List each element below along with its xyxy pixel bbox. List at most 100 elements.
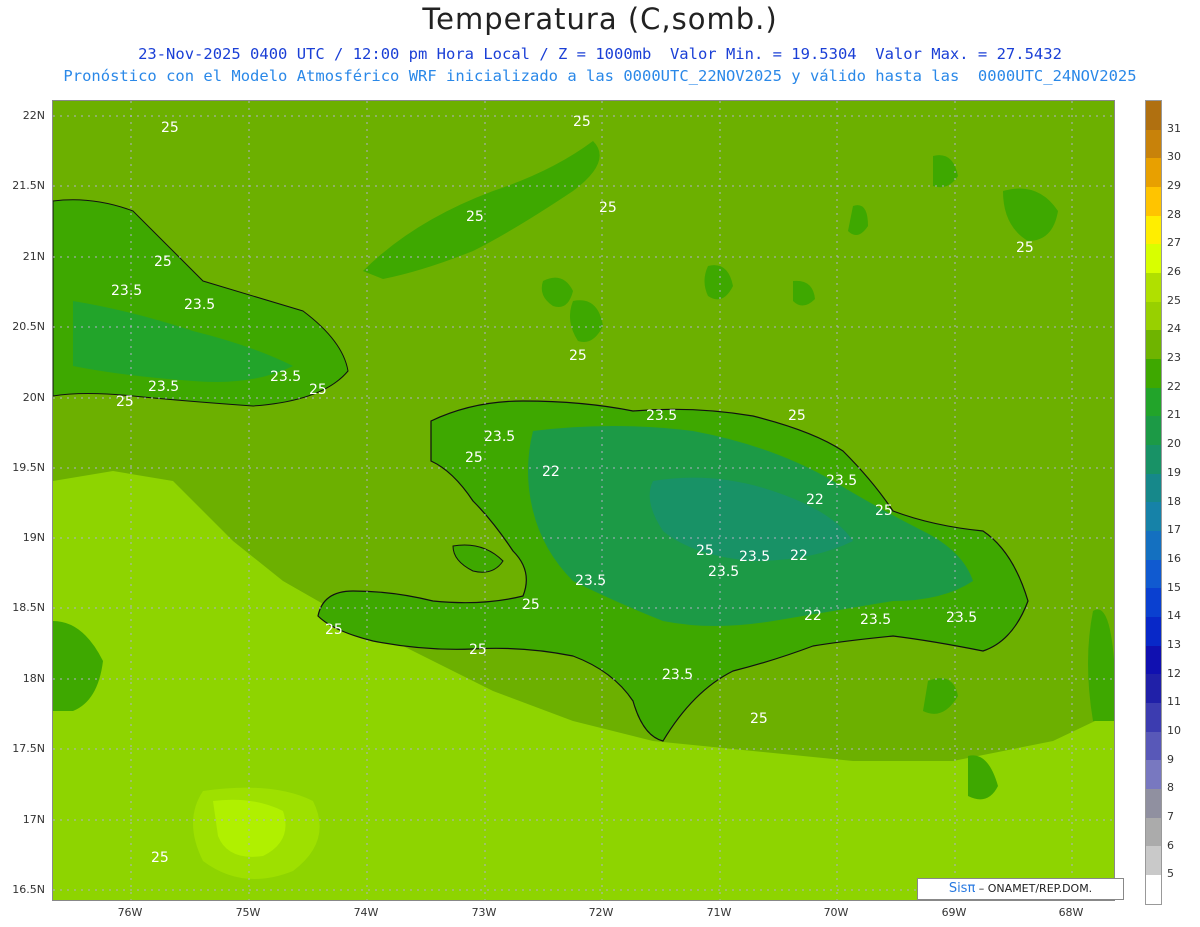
colorbar-label: 29 — [1167, 179, 1181, 193]
lon-label: 71W — [706, 906, 732, 919]
colorbar-segment — [1146, 846, 1161, 876]
contour-label: 25 — [154, 254, 172, 270]
colorbar-segment — [1146, 416, 1161, 446]
lon-label: 74W — [353, 906, 379, 919]
contour-label: 25 — [788, 408, 806, 424]
lat-label: 19.5N — [12, 461, 45, 474]
colorbar-segment — [1146, 273, 1161, 302]
colorbar-segment — [1146, 301, 1161, 331]
colorbar-label: 17 — [1167, 523, 1181, 537]
lon-label: 73W — [471, 906, 497, 919]
credit-box: Sisπ – ONAMET/REP.DOM. — [917, 878, 1124, 900]
colorbar-label: 19 — [1167, 465, 1181, 479]
contour-label: 23.5 — [708, 564, 739, 580]
colorbar-segment — [1146, 129, 1161, 159]
contour-label: 23.5 — [484, 429, 515, 445]
lat-label: 20.5N — [12, 320, 45, 333]
lon-label: 69W — [941, 906, 967, 919]
lon-label: 70W — [823, 906, 849, 919]
colorbar-label: 18 — [1167, 494, 1181, 508]
contour-label: 25 — [522, 597, 540, 613]
contour-label: 23.5 — [184, 297, 215, 313]
colorbar-label: 16 — [1167, 551, 1181, 565]
contour-label: 25 — [1016, 240, 1034, 256]
lon-label: 75W — [235, 906, 261, 919]
colorbar — [1145, 100, 1162, 905]
colorbar-segment — [1146, 330, 1161, 360]
colorbar-segment — [1146, 588, 1161, 618]
colorbar-segment — [1146, 731, 1161, 761]
contour-label: 23.5 — [111, 283, 142, 299]
colorbar-segment — [1146, 215, 1161, 245]
colorbar-label: 6 — [1167, 838, 1174, 852]
lon-label: 72W — [588, 906, 614, 919]
colorbar-label: 22 — [1167, 379, 1181, 393]
lat-label: 21N — [22, 250, 45, 263]
colorbar-label: 25 — [1167, 293, 1181, 307]
colorbar-segment — [1146, 101, 1161, 130]
contour-label: 25 — [875, 503, 893, 519]
contour-label: 22 — [806, 492, 824, 508]
colorbar-label: 24 — [1167, 322, 1181, 336]
temperature-map: 25 25 25 25 25 23.5 23.5 23.5 23.5 25 25… — [52, 100, 1115, 901]
colorbar-segment — [1146, 244, 1161, 274]
contour-label: 23.5 — [646, 408, 677, 424]
colorbar-segment — [1146, 875, 1161, 904]
lat-label: 17.5N — [12, 742, 45, 755]
contour-label: 23.5 — [826, 473, 857, 489]
colorbar-label: 31 — [1167, 121, 1181, 135]
colorbar-segment — [1146, 531, 1161, 560]
colorbar-segment — [1146, 387, 1161, 417]
colorbar-label: 21 — [1167, 408, 1181, 422]
forecast-time-line: 23-Nov-2025 0400 UTC / 12:00 pm Hora Loc… — [138, 45, 1062, 63]
colorbar-label: 5 — [1167, 867, 1174, 881]
lat-label: 22N — [22, 109, 45, 122]
colorbar-segment — [1146, 473, 1161, 503]
colorbar-label: 15 — [1167, 580, 1181, 594]
colorbar-segment — [1146, 760, 1161, 790]
colorbar-segment — [1146, 703, 1161, 732]
lon-label: 68W — [1058, 906, 1084, 919]
colorbar-segment — [1146, 617, 1161, 646]
contour-label: 22 — [804, 608, 822, 624]
colorbar-segment — [1146, 158, 1161, 188]
contour-label: 25 — [599, 200, 617, 216]
contour-label: 22 — [790, 548, 808, 564]
lat-label: 18N — [22, 672, 45, 685]
contour-label: 25 — [151, 850, 169, 866]
colorbar-label: 13 — [1167, 637, 1181, 651]
contour-label: 25 — [573, 114, 591, 130]
contour-label: 25 — [309, 382, 327, 398]
contour-label: 25 — [161, 120, 179, 136]
contour-label: 23.5 — [739, 549, 770, 565]
contour-label: 23.5 — [662, 667, 693, 683]
lat-label: 21.5N — [12, 179, 45, 192]
colorbar-label: 26 — [1167, 265, 1181, 279]
lat-label: 19N — [22, 531, 45, 544]
colorbar-segment — [1146, 502, 1161, 532]
colorbar-label: 7 — [1167, 809, 1174, 823]
contour-label: 25 — [696, 543, 714, 559]
model-info-line: Pronóstico con el Modelo Atmosférico WRF… — [63, 67, 1137, 85]
credit-text: – ONAMET/REP.DOM. — [978, 882, 1093, 895]
map-canvas: 25 25 25 25 25 23.5 23.5 23.5 23.5 25 25… — [53, 101, 1114, 900]
colorbar-label: 14 — [1167, 609, 1181, 623]
sispi-logo: Sisπ — [948, 881, 976, 896]
colorbar-label: 28 — [1167, 207, 1181, 221]
colorbar-label: 9 — [1167, 752, 1174, 766]
colorbar-label: 30 — [1167, 150, 1181, 164]
contour-label: 23.5 — [575, 573, 606, 589]
colorbar-label: 8 — [1167, 781, 1174, 795]
colorbar-label: 27 — [1167, 236, 1181, 250]
lon-label: 76W — [117, 906, 143, 919]
contour-label: 25 — [116, 394, 134, 410]
colorbar-segment — [1146, 359, 1161, 388]
lat-label: 18.5N — [12, 601, 45, 614]
colorbar-label: 11 — [1167, 695, 1181, 709]
lat-label: 17N — [22, 813, 45, 826]
colorbar-label: 10 — [1167, 723, 1181, 737]
map-title: Temperatura (C,somb.) — [422, 2, 778, 36]
contour-label: 22 — [542, 464, 560, 480]
colorbar-label: 20 — [1167, 437, 1181, 451]
colorbar-label: 12 — [1167, 666, 1181, 680]
